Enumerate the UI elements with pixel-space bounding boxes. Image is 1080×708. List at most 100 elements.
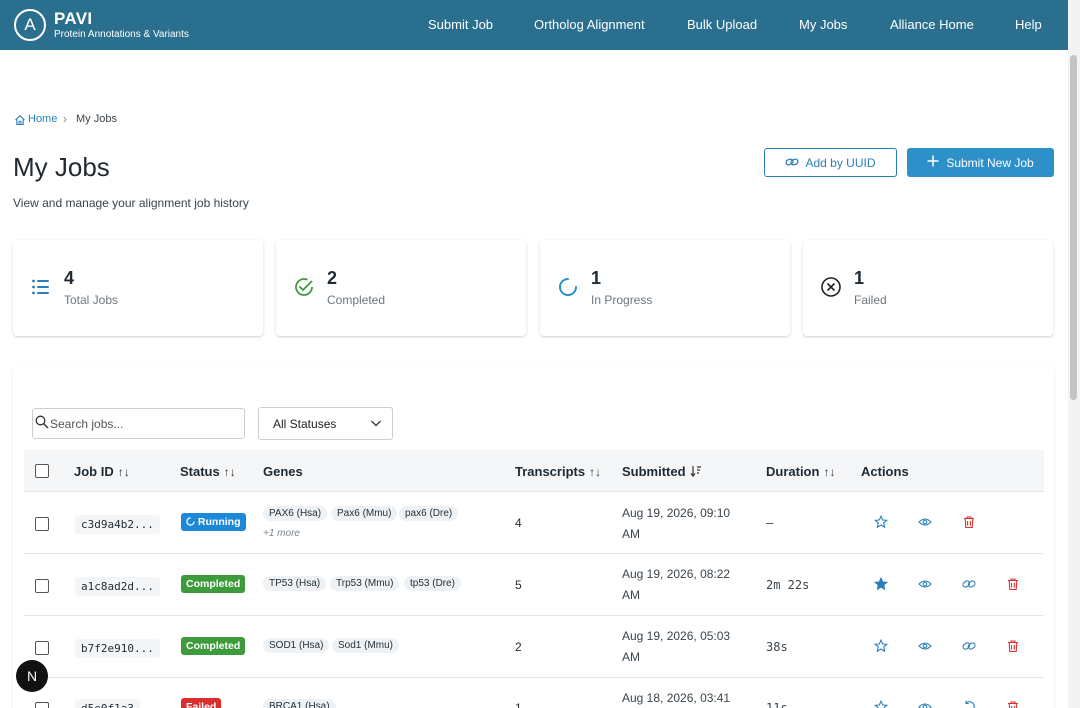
eye-icon[interactable] [918, 577, 932, 591]
transcripts-count: 4 [515, 516, 522, 530]
status-badge-failed: Failed [181, 698, 222, 708]
gene-chip: Pax6 (Mmu) [331, 506, 398, 521]
table-row[interactable] [24, 678, 1044, 708]
stat-card-in-progress: 1 In Progress [540, 240, 790, 336]
trash-icon[interactable] [1006, 577, 1020, 591]
nav-my-jobs[interactable]: My Jobs [799, 17, 847, 32]
search-input[interactable]: Search jobs... [32, 408, 245, 439]
search-icon [35, 415, 49, 432]
floating-n-badge[interactable]: N [16, 660, 48, 692]
column-header-submitted[interactable]: Submitted [622, 464, 702, 479]
eye-icon[interactable] [918, 700, 932, 708]
gene-chip: Trp53 (Mmu) [330, 576, 400, 591]
trash-icon[interactable] [1006, 700, 1020, 708]
job-id[interactable]: b7f2e910... [75, 639, 160, 658]
submitted-date: Aug 19, 2026, 08:22 AM [622, 567, 731, 602]
plus-icon [927, 155, 939, 170]
gene-chip: pax6 (Dre) [399, 506, 459, 521]
duration: 38s [766, 640, 788, 654]
breadcrumb-separator: › [63, 112, 67, 126]
stat-card-failed: 1 Failed [803, 240, 1053, 336]
star-filled-icon[interactable] [873, 576, 889, 591]
stat-label: In Progress [591, 293, 653, 307]
spinner-icon [557, 276, 579, 298]
check-circle-icon [293, 276, 315, 298]
sort-icon: ↑↓ [223, 465, 236, 479]
submitted-date: Aug 19, 2026, 05:03 AM [622, 629, 731, 664]
column-header-genes: Genes [263, 464, 303, 479]
list-icon [30, 276, 52, 298]
sort-icon: ↑↓ [589, 465, 602, 479]
nav-help[interactable]: Help [1015, 17, 1042, 32]
star-outline-icon[interactable] [873, 699, 889, 708]
nav-ortholog-alignment[interactable]: Ortholog Alignment [534, 17, 645, 32]
stat-value: 2 [327, 268, 338, 288]
row-checkbox[interactable] [35, 579, 49, 593]
link-icon[interactable] [962, 577, 976, 591]
table-row[interactable] [24, 492, 1044, 554]
trash-icon[interactable] [1006, 639, 1020, 653]
nav-alliance-home[interactable]: Alliance Home [890, 17, 974, 32]
gene-chip: tp53 (Dre) [404, 576, 462, 591]
search-placeholder: Search jobs... [50, 416, 124, 431]
job-id[interactable]: a1c8ad2d... [75, 577, 160, 596]
link-icon [785, 156, 800, 170]
row-checkbox[interactable] [35, 641, 49, 655]
breadcrumb-current: My Jobs [76, 113, 117, 125]
page-subtitle: View and manage your alignment job histo… [13, 196, 249, 210]
eye-icon[interactable] [918, 639, 932, 653]
chevron-down-icon [370, 417, 382, 432]
column-header-actions: Actions [861, 464, 909, 479]
brand-title[interactable]: PAVI [54, 9, 92, 29]
submitted-date: Aug 18, 2026, 03:41 [622, 691, 731, 705]
link-icon[interactable] [962, 639, 976, 653]
row-checkbox[interactable] [35, 702, 49, 708]
column-header-status[interactable]: Status ↑↓ [180, 464, 236, 479]
home-icon[interactable] [14, 114, 26, 126]
trash-icon[interactable] [962, 515, 976, 529]
transcripts-count: 2 [515, 640, 522, 654]
column-header-transcripts[interactable]: Transcripts ↑↓ [515, 464, 601, 479]
stat-value: 1 [854, 268, 865, 288]
spinner-icon [186, 517, 195, 526]
scrollbar-thumb[interactable] [1070, 55, 1077, 400]
star-outline-icon[interactable] [873, 638, 889, 653]
nav-bulk-upload[interactable]: Bulk Upload [687, 17, 757, 32]
brand-subtitle: Protein Annotations & Variants [54, 29, 189, 40]
nav-submit-job[interactable]: Submit Job [428, 17, 493, 32]
status-badge-running: Running [181, 513, 246, 531]
table-row[interactable] [24, 554, 1044, 616]
transcripts-count: 5 [515, 578, 522, 592]
stat-value: 4 [64, 268, 75, 288]
pavi-logo-icon[interactable]: A [14, 9, 46, 41]
gene-chip: Sod1 (Mmu) [332, 638, 400, 653]
status-filter-select[interactable]: All Statuses [258, 407, 393, 440]
more-genes-label[interactable]: +1 more [263, 528, 300, 539]
add-by-uuid-button[interactable]: Add by UUID [764, 148, 897, 177]
table-row[interactable] [24, 616, 1044, 678]
retry-icon[interactable] [962, 700, 976, 708]
duration: 2m 22s [766, 578, 810, 592]
page-title: My Jobs [13, 152, 110, 182]
x-circle-icon [820, 276, 842, 298]
star-outline-icon[interactable] [873, 514, 889, 529]
row-checkbox[interactable] [35, 517, 49, 531]
sort-icon: ↑↓ [823, 465, 836, 479]
breadcrumb-home[interactable]: Home [28, 113, 57, 125]
stat-card-total-jobs: 4 Total Jobs [13, 240, 263, 336]
gene-chip: TP53 (Hsa) [263, 576, 327, 591]
select-all-checkbox[interactable] [35, 464, 49, 478]
stat-label: Total Jobs [64, 293, 119, 307]
column-header-job-id[interactable]: Job ID ↑↓ [74, 464, 130, 479]
job-id[interactable]: d5e0f1a3 [75, 699, 140, 708]
stat-value: 1 [591, 268, 602, 288]
eye-icon[interactable] [918, 515, 932, 529]
stat-label: Completed [327, 293, 386, 307]
duration: 11s [766, 701, 788, 708]
column-header-duration[interactable]: Duration ↑↓ [766, 464, 835, 479]
submit-new-job-button[interactable]: Submit New Job [907, 148, 1054, 177]
gene-chip: SOD1 (Hsa) [263, 638, 330, 653]
transcripts-count: 1 [515, 701, 522, 708]
duration: – [766, 516, 774, 530]
job-id[interactable]: c3d9a4b2... [75, 515, 160, 534]
